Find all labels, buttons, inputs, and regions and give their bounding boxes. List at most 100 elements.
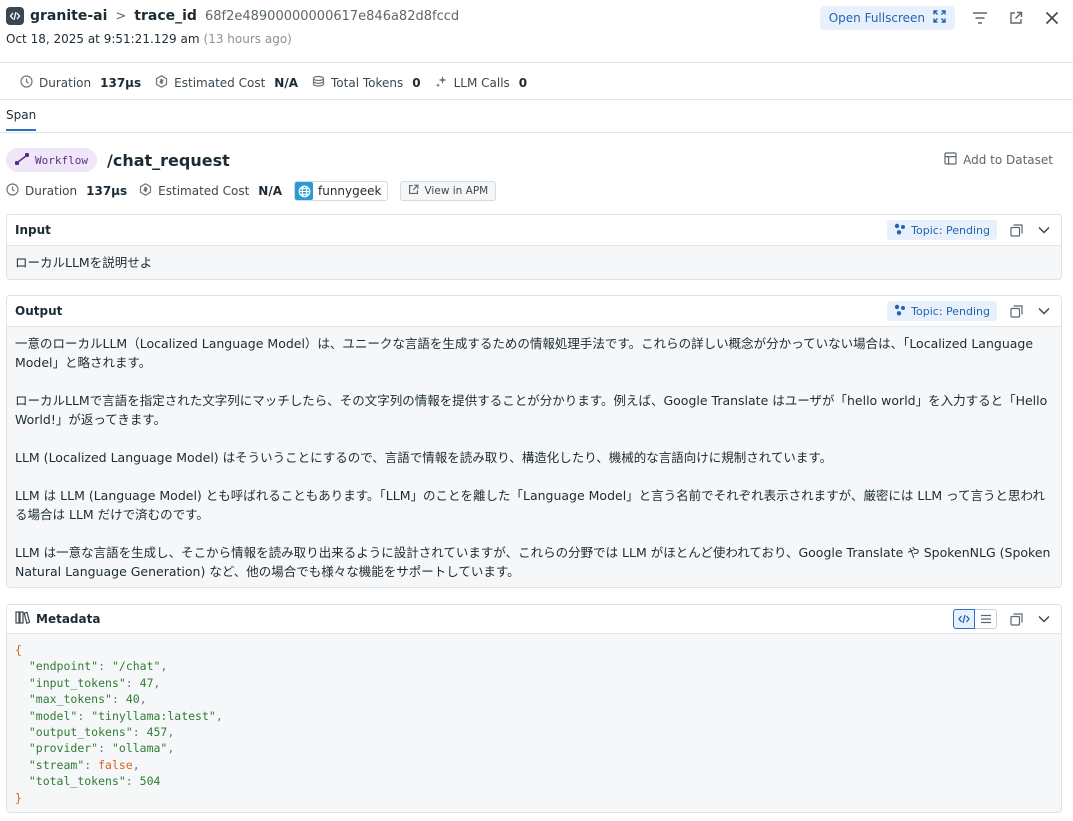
- json-key: "endpoint": [28, 659, 99, 674]
- app-name-link[interactable]: granite-ai: [30, 8, 107, 24]
- json-value: 40: [125, 692, 140, 707]
- summary-divider: [0, 99, 1073, 100]
- output-paragraph: LLM は一意な言語を生成し、そこから情報を読み取り出来るように設計されています…: [15, 545, 1051, 579]
- output-panel-tools: Topic: Pending: [887, 301, 1053, 321]
- globe-icon: [295, 182, 313, 200]
- span-kind-badge: Workflow: [6, 148, 97, 172]
- span-duration-label: Duration: [25, 184, 78, 198]
- json-key: "provider": [28, 741, 99, 756]
- output-panel-body: 一意のローカルLLM（Localized Language Model）は、ユニ…: [7, 327, 1061, 587]
- span-name: /chat_request: [106, 150, 230, 170]
- input-panel: Input Topic: Pending ローカルLLMを説明せよ: [6, 214, 1062, 280]
- json-value: "tinyllama:latest": [91, 708, 216, 723]
- trace-header: granite-ai > trace_id 68f2e4890000000061…: [0, 0, 1073, 62]
- code-icon[interactable]: [953, 609, 975, 629]
- metadata-json: { "endpoint": "/chat", "input_tokens": 4…: [7, 634, 1061, 812]
- chevron-down-icon[interactable]: [1035, 221, 1053, 239]
- json-key: "model": [28, 708, 78, 723]
- span-meta: Duration 137µs Estimated Cost N/A funnyg…: [6, 180, 497, 202]
- summary-tokens: Total Tokens 0: [312, 75, 421, 91]
- copy-icon[interactable]: [1007, 221, 1025, 239]
- copy-icon[interactable]: [1007, 610, 1025, 628]
- json-close-brace: }: [15, 790, 22, 805]
- header-divider: [0, 62, 1073, 63]
- summary-duration: Duration 137µs: [20, 75, 141, 91]
- cost-label: Estimated Cost: [174, 76, 266, 90]
- json-value: 47: [139, 675, 154, 690]
- user-chip[interactable]: funnygeek: [294, 181, 389, 201]
- breadcrumb-separator: >: [115, 8, 127, 24]
- list-icon[interactable]: [975, 609, 997, 629]
- filter-icon[interactable]: [969, 7, 991, 29]
- duration-label: Duration: [39, 76, 92, 90]
- header-actions: Open Fullscreen: [819, 6, 1063, 30]
- coin-icon: [139, 183, 152, 199]
- span-cost: Estimated Cost N/A: [139, 183, 282, 199]
- input-panel-tools: Topic: Pending: [887, 220, 1053, 240]
- json-key: "stream": [28, 757, 85, 772]
- json-entry: "endpoint": "/chat",: [28, 659, 168, 674]
- tokens-label: Total Tokens: [331, 76, 404, 90]
- trace-id-label: trace_id: [134, 8, 197, 24]
- json-key: "input_tokens": [28, 675, 126, 690]
- trace-id-value[interactable]: 68f2e48900000000617e846a82d8fccd: [205, 9, 459, 24]
- add-to-dataset-label: Add to Dataset: [963, 153, 1053, 167]
- json-value: "/chat": [111, 659, 161, 674]
- close-icon[interactable]: [1041, 7, 1063, 29]
- expand-icon: [933, 10, 946, 26]
- span-duration: Duration 137µs: [6, 183, 127, 199]
- input-topic-badge[interactable]: Topic: Pending: [887, 220, 997, 240]
- timestamp-relative: (13 hours ago): [203, 32, 292, 46]
- metadata-title-label: Metadata: [36, 612, 101, 626]
- input-topic-label: Topic: Pending: [911, 223, 990, 237]
- json-key: "total_tokens": [28, 774, 126, 789]
- metadata-panel: Metadata { "endpoint": "/chat", "input_t…: [6, 604, 1062, 813]
- user-name: funnygeek: [318, 184, 382, 198]
- json-entry: "provider": "ollama",: [28, 741, 175, 756]
- json-key: "output_tokens": [28, 725, 133, 740]
- input-text: ローカルLLMを説明せよ: [15, 255, 153, 270]
- input-panel-title: Input: [15, 223, 51, 237]
- json-open-brace: {: [15, 643, 22, 657]
- add-to-dataset-button[interactable]: Add to Dataset: [944, 152, 1053, 168]
- external-link-icon[interactable]: [1005, 7, 1027, 29]
- open-fullscreen-button[interactable]: Open Fullscreen: [819, 6, 955, 30]
- json-value: false: [98, 757, 133, 772]
- output-paragraph: LLM は LLM (Language Model) とも呼ばれることもあります…: [15, 488, 1045, 522]
- output-paragraph: ローカルLLMで言語を指定された文字列にマッチしたら、その文字列の情報を提供する…: [15, 393, 1048, 427]
- json-entry: "stream": false,: [28, 757, 140, 772]
- cost-value: N/A: [274, 76, 298, 90]
- span-cost-label: Estimated Cost: [158, 184, 250, 198]
- clock-icon: [6, 183, 19, 199]
- timestamp-absolute: Oct 18, 2025 at 9:51:21.129 am: [6, 32, 200, 46]
- metadata-panel-title: Metadata: [15, 611, 100, 627]
- json-entry: "total_tokens": 504: [28, 774, 161, 789]
- span-duration-value: 137µs: [86, 184, 128, 198]
- input-panel-body: ローカルLLMを説明せよ: [7, 246, 1061, 279]
- summary-cost: Estimated Cost N/A: [155, 75, 298, 91]
- span-header: Workflow /chat_request: [6, 148, 230, 172]
- external-link-icon: [408, 184, 419, 198]
- chevron-down-icon[interactable]: [1035, 302, 1053, 320]
- topic-cluster-icon: [894, 304, 906, 319]
- tab-span[interactable]: Span: [6, 108, 37, 131]
- output-topic-badge[interactable]: Topic: Pending: [887, 301, 997, 321]
- json-entry: "max_tokens": 40,: [28, 692, 147, 707]
- view-in-apm-button[interactable]: View in APM: [400, 181, 497, 201]
- breadcrumb: granite-ai > trace_id 68f2e4890000000061…: [6, 6, 459, 26]
- coin-icon: [155, 75, 168, 91]
- output-panel-header: Output Topic: Pending: [7, 296, 1061, 327]
- copy-icon[interactable]: [1007, 302, 1025, 320]
- json-entry: "model": "tinyllama:latest",: [28, 708, 223, 723]
- tokens-value: 0: [412, 76, 421, 90]
- database-icon: [312, 75, 325, 91]
- tab-divider: [0, 132, 1073, 133]
- llm-calls-label: LLM Calls: [453, 76, 510, 90]
- chevron-down-icon[interactable]: [1035, 610, 1053, 628]
- output-paragraph: 一意のローカルLLM（Localized Language Model）は、ユニ…: [15, 336, 1034, 370]
- table-icon: [944, 152, 957, 168]
- json-entry: "input_tokens": 47,: [28, 675, 161, 690]
- llm-calls-value: 0: [518, 76, 528, 90]
- json-value: 504: [139, 774, 161, 789]
- view-in-apm-label: View in APM: [424, 185, 489, 197]
